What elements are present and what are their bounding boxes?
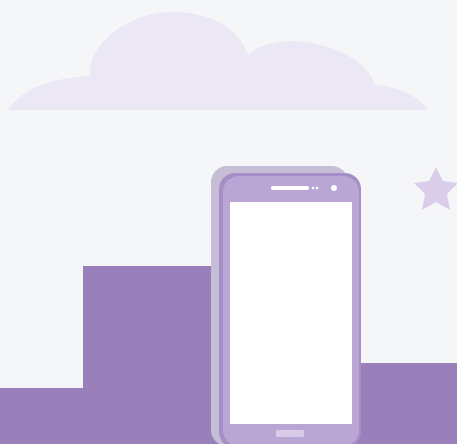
star-icon [414, 167, 457, 210]
cloud-icon [8, 11, 428, 110]
phone-camera [331, 185, 337, 191]
illustration-scene [0, 0, 457, 444]
phone-home-button [276, 430, 304, 437]
smartphone-icon [211, 166, 361, 444]
phone-speaker [271, 186, 309, 190]
illustration-svg [0, 11, 457, 444]
phone-screen [230, 202, 352, 424]
